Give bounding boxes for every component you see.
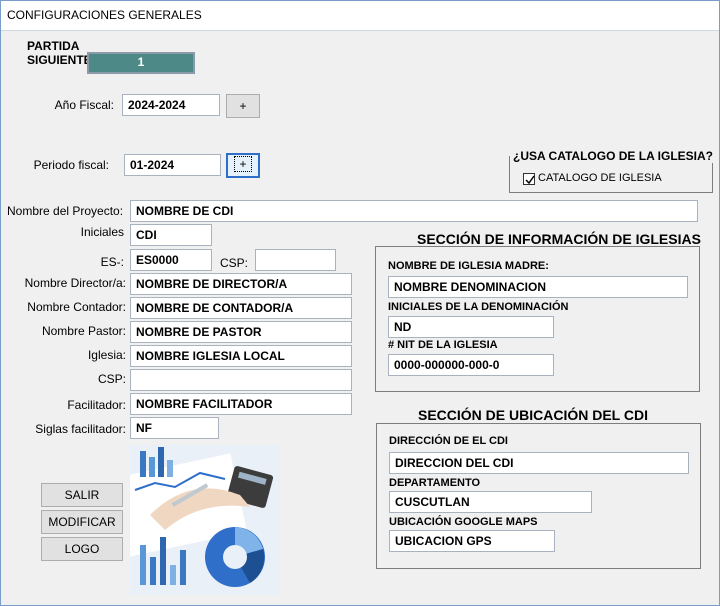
anio-fiscal-label: Año Fiscal: bbox=[54, 98, 114, 112]
business-charts-illustration bbox=[130, 445, 280, 595]
anio-fiscal-field[interactable]: 2024-2024 bbox=[122, 94, 220, 116]
catalogo-group-title: ¿USA CATALOGO DE LA IGLESIA? bbox=[510, 149, 716, 163]
periodo-fiscal-label: Periodo fiscal: bbox=[33, 158, 109, 172]
anio-fiscal-add-button[interactable]: + bbox=[226, 94, 260, 118]
partida-siguiente-value[interactable]: 1 bbox=[87, 52, 195, 74]
business-charts-image bbox=[130, 445, 280, 595]
partida-label-line2: SIGUIENTE bbox=[27, 53, 92, 67]
partida-label: PARTIDA SIGUIENTE bbox=[27, 39, 92, 67]
facilitador-label: Facilitador: bbox=[67, 398, 126, 412]
checkmark-icon bbox=[525, 175, 535, 185]
catalogo-checkbox-label: CATALOGO DE IGLESIA bbox=[538, 172, 662, 184]
csp-label: CSP: bbox=[97, 372, 126, 386]
iglesia-label: Iglesia: bbox=[87, 348, 126, 362]
nombre-proyecto-label: Nombre del Proyecto: bbox=[7, 204, 124, 218]
es-label: ES-: bbox=[100, 255, 124, 269]
iglesia-field[interactable]: NOMBRE IGLESIA LOCAL bbox=[130, 345, 352, 367]
direccion-cdi-field[interactable]: DIRECCION DEL CDI bbox=[389, 452, 689, 474]
facilitador-field[interactable]: NOMBRE FACILITADOR bbox=[130, 393, 352, 415]
configuraciones-window: CONFIGURACIONES GENERALES PARTIDA SIGUIE… bbox=[0, 0, 720, 606]
contador-field[interactable]: NOMBRE DE CONTADOR/A bbox=[130, 297, 352, 319]
csp-top-field[interactable] bbox=[255, 249, 336, 271]
nombre-proyecto-field[interactable]: NOMBRE DE CDI bbox=[130, 200, 698, 222]
director-label: Nombre Director/a: bbox=[24, 276, 126, 290]
csp-top-label: CSP: bbox=[220, 256, 249, 270]
nit-iglesia-field[interactable]: 0000-000000-000-0 bbox=[388, 354, 554, 376]
seccion-iglesias-title: SECCIÓN DE INFORMACIÓN DE IGLESIAS bbox=[417, 231, 701, 247]
partida-label-line1: PARTIDA bbox=[27, 39, 80, 53]
window-title: CONFIGURACIONES GENERALES bbox=[7, 8, 202, 22]
siglas-facilitador-label: Siglas facilitador: bbox=[35, 422, 126, 436]
pastor-label: Nombre Pastor: bbox=[41, 324, 126, 338]
modificar-button[interactable]: MODIFICAR bbox=[41, 510, 123, 534]
direccion-cdi-label: DIRECCIÓN DE EL CDI bbox=[389, 435, 508, 447]
iniciales-denominacion-field[interactable]: ND bbox=[388, 316, 554, 338]
siglas-facilitador-field[interactable]: NF bbox=[130, 417, 219, 439]
pastor-field[interactable]: NOMBRE DE PASTOR bbox=[130, 321, 352, 343]
nit-iglesia-label: # NIT DE LA IGLESIA bbox=[388, 339, 498, 351]
csp-field[interactable] bbox=[130, 369, 352, 391]
periodo-fiscal-field[interactable]: 01-2024 bbox=[124, 154, 221, 176]
es-field[interactable]: ES0000 bbox=[130, 249, 212, 271]
departamento-label: DEPARTAMENTO bbox=[389, 477, 481, 489]
iniciales-denominacion-label: INICIALES DE LA DENOMINACIÓN bbox=[388, 301, 569, 313]
periodo-fiscal-add-button[interactable]: + bbox=[226, 153, 260, 178]
google-maps-field[interactable]: UBICACION GPS bbox=[389, 530, 555, 552]
iglesia-madre-label: NOMBRE DE IGLESIA MADRE: bbox=[388, 260, 549, 272]
iniciales-label: Iniciales bbox=[80, 225, 124, 239]
iglesia-madre-field[interactable]: NOMBRE DENOMINACION bbox=[388, 276, 688, 298]
iniciales-field[interactable]: CDI bbox=[130, 224, 212, 246]
contador-label: Nombre Contador: bbox=[27, 300, 126, 314]
google-maps-label: UBICACIÓN GOOGLE MAPS bbox=[389, 516, 538, 528]
director-field[interactable]: NOMBRE DE DIRECTOR/A bbox=[130, 273, 352, 295]
catalogo-checkbox[interactable] bbox=[523, 173, 535, 185]
seccion-ubicacion-title: SECCIÓN DE UBICACIÓN DEL CDI bbox=[418, 407, 648, 423]
logo-button[interactable]: LOGO bbox=[41, 537, 123, 561]
title-bar: CONFIGURACIONES GENERALES bbox=[1, 1, 719, 31]
departamento-field[interactable]: CUSCUTLAN bbox=[389, 491, 592, 513]
salir-button[interactable]: SALIR bbox=[41, 483, 123, 507]
periodo-fiscal-add-label: + bbox=[234, 156, 252, 172]
